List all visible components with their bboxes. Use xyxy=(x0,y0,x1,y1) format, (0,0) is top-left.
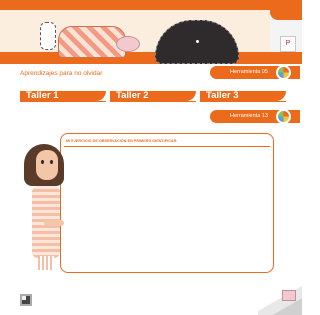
girl-face-illustration xyxy=(36,150,58,180)
girl-legs-illustration xyxy=(38,256,54,270)
exercise-box[interactable] xyxy=(60,133,274,273)
pink-object-illustration xyxy=(116,36,140,52)
girl-eye-icon xyxy=(50,160,53,164)
hair-accessory-icon xyxy=(196,40,199,43)
tab-taller-3-underline xyxy=(200,101,286,102)
tab-taller-2[interactable]: Taller 2 xyxy=(110,91,196,101)
header-stripe xyxy=(0,52,302,64)
girl-arm-illustration xyxy=(44,220,64,226)
corner-thumbnail-icon[interactable] xyxy=(282,290,296,301)
herramienta-13-badge-icon[interactable] xyxy=(276,109,291,124)
header-band xyxy=(0,0,302,10)
tab-taller-1[interactable]: Taller 1 xyxy=(20,91,106,101)
tab-taller-1-underline xyxy=(20,101,106,102)
herramienta-05-badge-icon[interactable] xyxy=(276,65,291,80)
exercise-divider xyxy=(64,146,270,147)
tab-taller-2-underline xyxy=(110,101,196,102)
doll-sticker-icon xyxy=(40,22,56,50)
exercise-title: MI EJERCICIO DE OBSERVACIÓN EN PRIMERO I… xyxy=(66,139,178,143)
girl-eye-icon xyxy=(41,160,44,164)
page-thumbnail-icon[interactable]: P xyxy=(280,36,296,52)
section-title: Aprendizajes para no olvidar xyxy=(20,70,103,77)
tab-taller-3[interactable]: Taller 3 xyxy=(200,91,286,101)
page-icon-inner xyxy=(22,296,26,300)
corner-tab[interactable] xyxy=(270,10,302,20)
